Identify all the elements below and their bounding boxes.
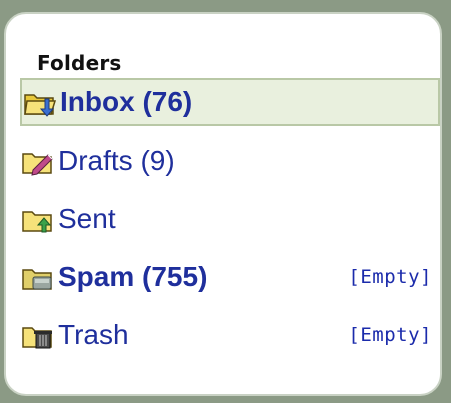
folder-item-spam[interactable]: Spam (755) [Empty]: [20, 248, 440, 306]
folder-list: Inbox (76) Drafts (9) Sent Spam (755) [E…: [20, 78, 440, 364]
folder-item-drafts[interactable]: Drafts (9): [20, 132, 440, 190]
trash-folder-icon: [20, 318, 56, 352]
folder-item-trash[interactable]: Trash [Empty]: [20, 306, 440, 364]
folder-item-sent[interactable]: Sent: [20, 190, 440, 248]
inbox-folder-icon: [22, 85, 58, 119]
empty-trash-link[interactable]: [Empty]: [348, 324, 432, 346]
folder-label-trash[interactable]: Trash: [58, 319, 129, 351]
folders-panel: Folders Inbox (76) Drafts (9) Sent Spam …: [4, 12, 442, 396]
drafts-folder-icon: [20, 144, 56, 178]
folder-item-inbox[interactable]: Inbox (76): [20, 78, 440, 126]
empty-spam-link[interactable]: [Empty]: [348, 266, 432, 288]
folder-label-spam[interactable]: Spam (755): [58, 261, 207, 293]
folder-label-inbox[interactable]: Inbox (76): [60, 86, 192, 118]
folder-label-sent[interactable]: Sent: [58, 203, 116, 235]
panel-title: Folders: [37, 51, 122, 75]
spam-folder-icon: [20, 260, 56, 294]
sent-folder-icon: [20, 202, 56, 236]
folder-label-drafts[interactable]: Drafts (9): [58, 145, 175, 177]
